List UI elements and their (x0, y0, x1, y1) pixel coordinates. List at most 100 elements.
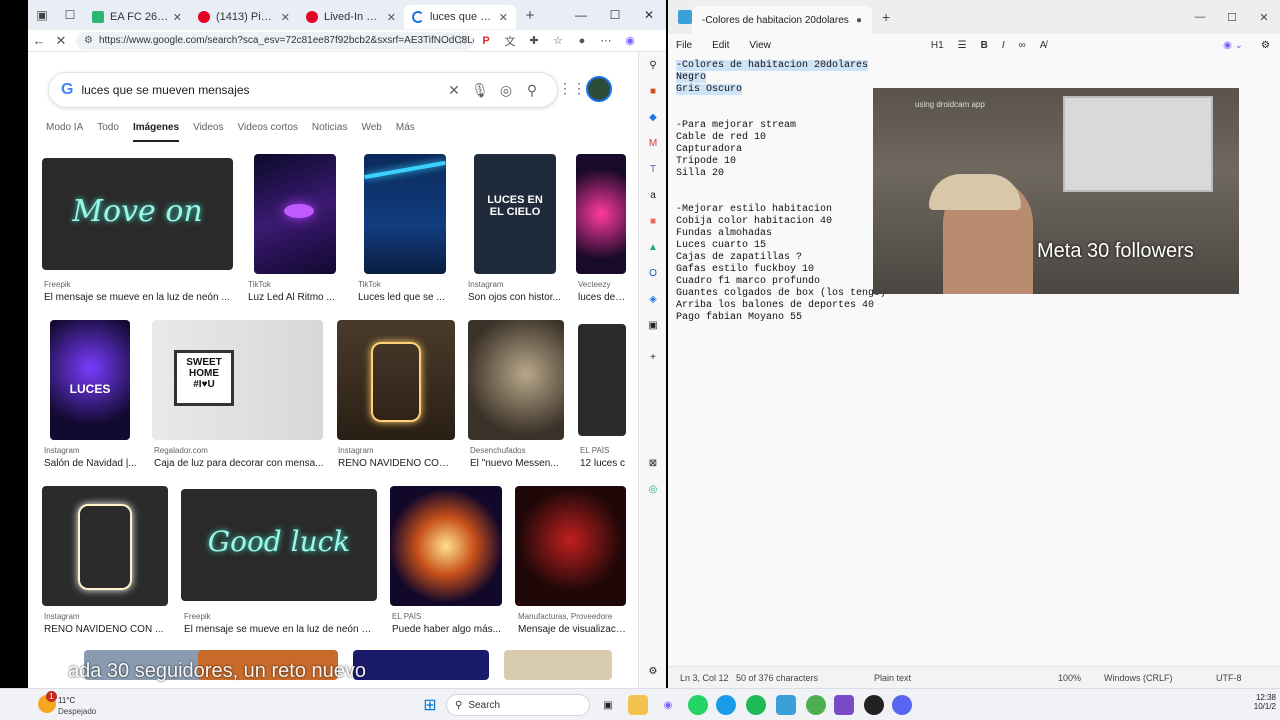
filter-ai-mode[interactable]: Modo IA (46, 122, 83, 142)
edge-icon[interactable] (716, 695, 736, 715)
lens-icon[interactable]: ◎ (493, 82, 519, 99)
teams-icon[interactable]: T (639, 156, 667, 182)
result-title[interactable]: El "nuevo Messen... (470, 458, 566, 469)
spotify-icon[interactable] (746, 695, 766, 715)
image-result[interactable] (364, 154, 446, 274)
settings-icon[interactable]: ⚙ (1261, 40, 1270, 51)
maximize-icon[interactable]: ☐ (598, 0, 632, 30)
image-result[interactable]: SWEET HOME #I♥U (152, 320, 323, 440)
shopping-icon[interactable]: ■ (639, 78, 667, 104)
chrome-icon[interactable] (806, 695, 826, 715)
filter-all[interactable]: Todo (97, 122, 119, 142)
file-explorer-icon[interactable] (628, 695, 648, 715)
minimize-icon[interactable]: — (1184, 11, 1216, 24)
close-icon[interactable]: ✕ (499, 11, 508, 24)
menu-view[interactable]: View (749, 40, 771, 51)
filter-more[interactable]: Más (396, 122, 415, 142)
image-result[interactable] (578, 324, 626, 436)
filter-news[interactable]: Noticias (312, 122, 348, 142)
heading-dropdown[interactable]: H1 (931, 40, 944, 51)
close-sidebar-icon[interactable]: ⊠ (639, 450, 667, 476)
whatsapp-icon[interactable] (688, 695, 708, 715)
list-icon[interactable]: ☰ (958, 40, 967, 51)
app-icon[interactable]: ◎ (639, 476, 667, 502)
translate-icon[interactable]: 文 (498, 30, 522, 52)
back-icon[interactable]: ← (28, 30, 50, 52)
image-result[interactable] (42, 486, 168, 606)
image-result[interactable]: Good luck (181, 489, 377, 601)
close-icon[interactable]: ✕ (173, 11, 182, 24)
notepad-tab[interactable]: -Colores de habitacion 20dolares ● (692, 6, 872, 34)
github-icon[interactable] (864, 695, 884, 715)
more-icon[interactable]: ⋯ (594, 30, 618, 52)
settings-icon[interactable]: ⚙ (639, 658, 667, 684)
favorites-icon[interactable]: ☆ (546, 30, 570, 52)
extension-puzzle-icon[interactable]: ✚ (522, 30, 546, 52)
filter-web[interactable]: Web (361, 122, 381, 142)
tab-actions-icon[interactable]: ☐ (56, 0, 84, 30)
image-result[interactable]: LUCES (50, 320, 130, 440)
image-result[interactable] (254, 154, 336, 274)
mail-icon[interactable]: M (639, 130, 667, 156)
new-tab-icon[interactable]: + (516, 0, 544, 30)
maximize-icon[interactable]: ☐ (1216, 11, 1248, 24)
profile-icon[interactable]: ● (570, 30, 594, 52)
start-icon[interactable]: ⊞ (420, 695, 440, 715)
minimize-icon[interactable]: — (564, 0, 598, 30)
result-title[interactable]: El mensaje se mueve en la luz de neón e.… (184, 624, 374, 635)
tab-ea-fc[interactable]: EA FC 26 Squad Bu ✕ (84, 5, 190, 29)
copilot-icon[interactable]: ◉ ⌄ (1223, 40, 1243, 51)
bold-icon[interactable]: B (981, 40, 988, 51)
mic-icon[interactable]: 🎙 (467, 82, 493, 99)
menu-file[interactable]: File (676, 40, 692, 51)
image-result[interactable] (337, 320, 455, 440)
extension-icon[interactable]: P (474, 30, 498, 52)
drive-icon[interactable]: ▲ (639, 234, 667, 260)
image-result[interactable] (515, 486, 626, 606)
result-title[interactable]: Salón de Navidad |... (44, 458, 140, 469)
result-title[interactable]: 12 luces c (580, 458, 626, 469)
close-icon[interactable]: ✕ (387, 11, 396, 24)
url-field[interactable]: ⚙ https://www.google.com/search?sca_esv=… (76, 31, 474, 50)
amazon-icon[interactable]: a (639, 182, 667, 208)
tools-icon[interactable]: ◈ (639, 286, 667, 312)
office-icon[interactable]: ■ (639, 208, 667, 234)
result-title[interactable]: RENO NAVIDEÑO CON ... (44, 624, 168, 635)
clock[interactable]: 12:38 10/1/2 (1236, 693, 1276, 711)
italic-icon[interactable]: I (1002, 40, 1005, 51)
search-query[interactable]: luces que se mueven mensajes (81, 83, 441, 97)
tab-google-search[interactable]: luces que se mueve ✕ (404, 5, 516, 29)
apps-grid-icon[interactable]: ⋮⋮ (558, 80, 586, 102)
result-title[interactable]: Puede haber algo más... (392, 624, 502, 635)
search-icon[interactable]: ⚲ (639, 52, 667, 78)
search-box[interactable]: G luces que se mueven mensajes ✕ 🎙 ◎ ⚲ (48, 72, 558, 108)
menu-edit[interactable]: Edit (712, 40, 729, 51)
outlook-icon[interactable]: O (639, 260, 667, 286)
result-title[interactable]: Luz Led Al Ritmo ... (248, 292, 346, 303)
result-title[interactable]: Son ojos con histor... (468, 292, 566, 303)
copilot-icon[interactable]: ◉ (618, 30, 642, 52)
reload-icon[interactable]: ✕ (50, 30, 72, 52)
result-title[interactable]: Luces led que se ... (358, 292, 456, 303)
copilot-icon[interactable]: ◆ (639, 104, 667, 130)
result-title[interactable]: Caja de luz para decorar con mensa... (154, 458, 324, 469)
bookmark-star-icon[interactable]: ☆ (457, 33, 468, 47)
filter-videos[interactable]: Videos (193, 122, 223, 142)
tab-lived-in-gamer[interactable]: Lived-In Gamer ✕ (298, 5, 404, 29)
image-result[interactable]: Move on (42, 158, 233, 270)
weather-widget[interactable]: 1 11°C Despejado (36, 691, 116, 719)
task-view-icon[interactable]: ▣ (598, 695, 618, 715)
capture-icon[interactable]: ▣ (639, 312, 667, 338)
image-result[interactable]: LUCES EN EL CIELO (474, 154, 556, 274)
image-result[interactable] (468, 320, 564, 440)
image-result[interactable] (390, 486, 502, 606)
zoom[interactable]: 100% (1058, 673, 1081, 683)
link-icon[interactable]: ∞ (1019, 40, 1026, 51)
image-result[interactable] (576, 154, 626, 274)
clear-format-icon[interactable]: A̸ (1040, 40, 1047, 51)
close-icon[interactable]: ✕ (281, 11, 290, 24)
search-icon[interactable]: ⚲ (519, 82, 545, 99)
new-tab-icon[interactable]: + (882, 9, 890, 25)
image-result[interactable] (504, 650, 612, 680)
result-title[interactable]: RENO NAVIDEÑO CON... (338, 458, 454, 469)
